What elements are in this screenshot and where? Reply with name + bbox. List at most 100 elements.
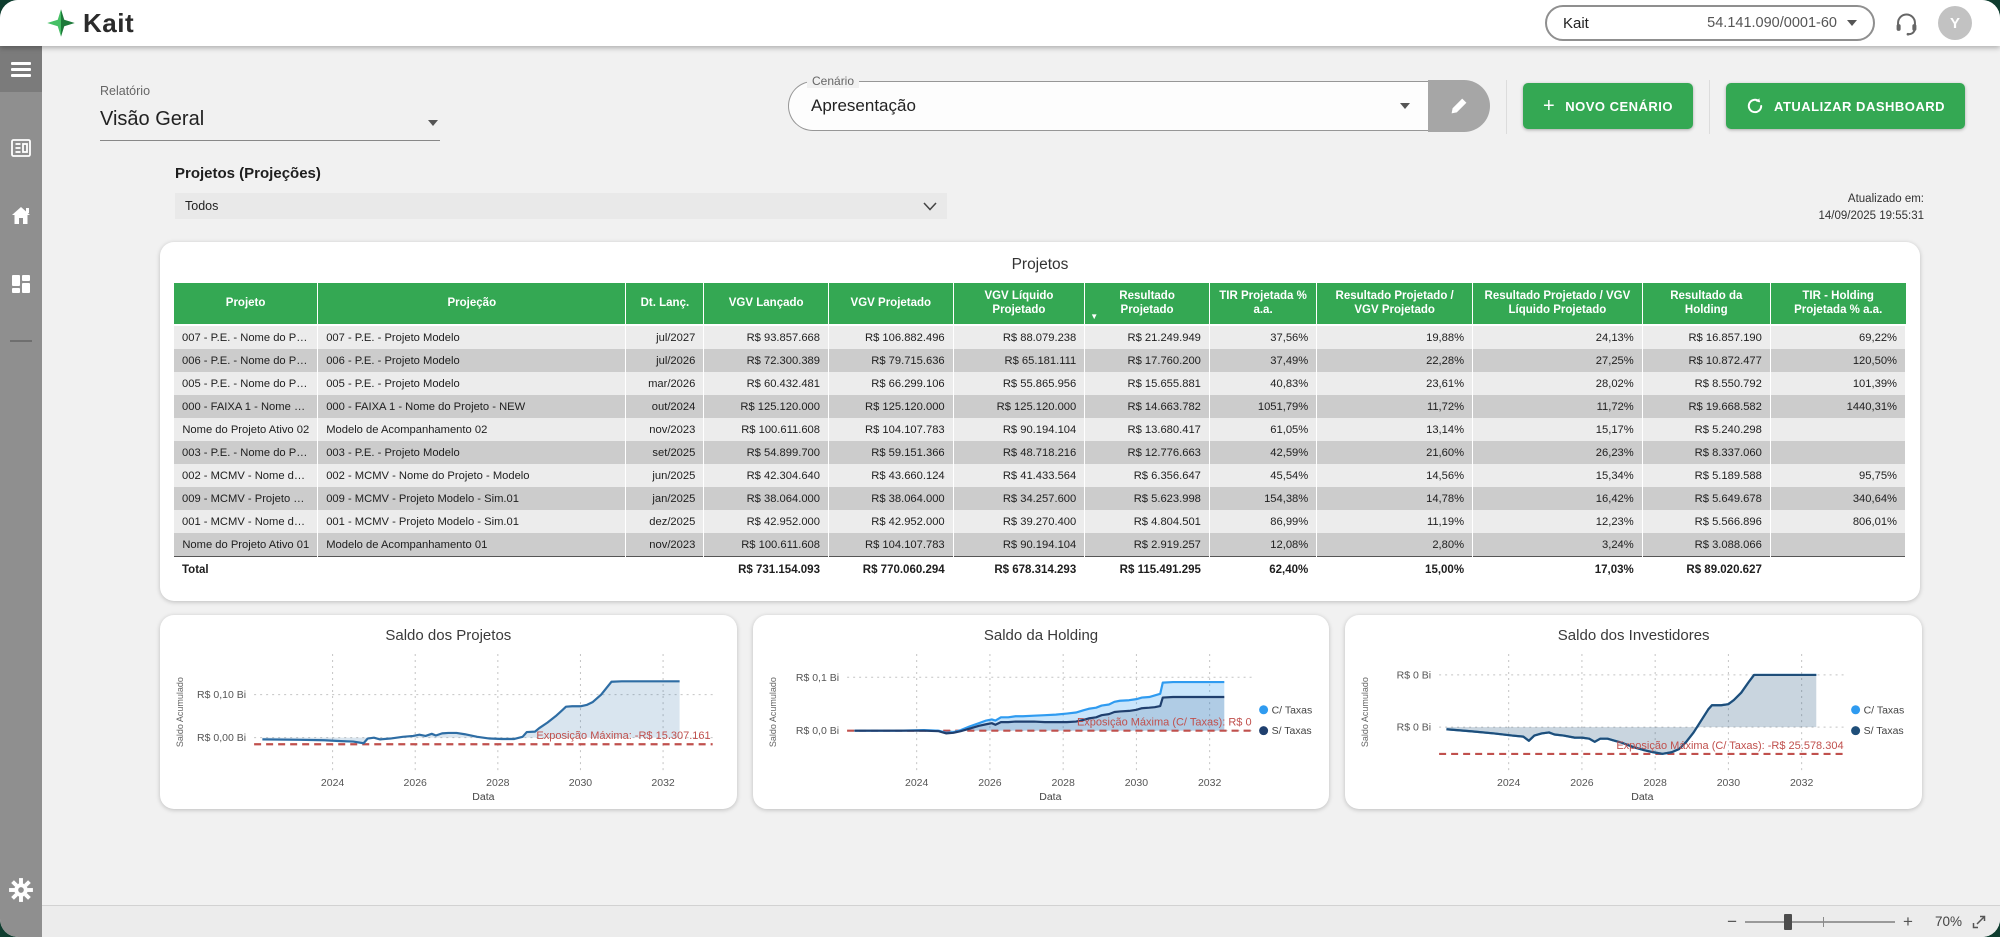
home-icon <box>9 215 33 232</box>
cell: R$ 38.064.000 <box>828 487 953 510</box>
legend-item[interactable]: S/ Taxas <box>1851 726 1904 738</box>
svg-text:2026: 2026 <box>404 778 428 790</box>
legend-item[interactable]: C/ Taxas <box>1259 705 1312 717</box>
cell: R$ 42.952.000 <box>704 510 829 533</box>
table-row[interactable]: Nome do Projeto Ativo 02Modelo de Acompa… <box>174 418 1906 441</box>
cell: R$ 12.776.663 <box>1085 441 1210 464</box>
divider <box>1506 80 1507 134</box>
cell: dez/2025 <box>626 510 704 533</box>
svg-text:2032: 2032 <box>1790 778 1814 790</box>
table-row[interactable]: 001 - MCMV - Nome do ...001 - MCMV - Pro… <box>174 510 1906 533</box>
cell: 2,80% <box>1317 533 1473 557</box>
cell: 22,28% <box>1317 349 1473 372</box>
fit-to-page-icon[interactable] <box>1972 915 1986 929</box>
column-header[interactable]: VGV Projetado <box>828 283 953 326</box>
hamburger-icon <box>11 59 31 80</box>
svg-text:Saldo Acumulado: Saldo Acumulado <box>175 677 185 747</box>
column-header[interactable]: VGV Lançado <box>704 283 829 326</box>
cell: 21,60% <box>1317 441 1473 464</box>
zoom-in-button[interactable]: + <box>1895 912 1921 932</box>
column-header[interactable]: Resultado Projetado / VGV Líquido Projet… <box>1473 283 1643 326</box>
refresh-dashboard-button[interactable]: ATUALIZAR DASHBOARD <box>1726 83 1965 129</box>
svg-text:S/ Taxas: S/ Taxas <box>1271 726 1311 738</box>
column-header[interactable]: Resultado Projetado / VGV Projetado <box>1317 283 1473 326</box>
cell: 23,61% <box>1317 372 1473 395</box>
report-select[interactable]: Visão Geral <box>100 98 440 141</box>
cell: R$ 3.088.066 <box>1642 533 1770 557</box>
cell: 14,78% <box>1317 487 1473 510</box>
brand-logo: Kait <box>46 8 134 39</box>
headset-icon[interactable] <box>1893 10 1920 37</box>
cell: 28,02% <box>1473 372 1643 395</box>
cell: 37,49% <box>1209 349 1316 372</box>
svg-text:2026: 2026 <box>1571 778 1595 790</box>
table-row[interactable]: 003 - P.E. - Nome do Proj...003 - P.E. -… <box>174 441 1906 464</box>
cell: set/2025 <box>626 441 704 464</box>
table-row[interactable]: 005 - P.E. - Nome do Proj...005 - P.E. -… <box>174 372 1906 395</box>
zoom-slider-handle[interactable] <box>1784 914 1792 930</box>
cell: nov/2023 <box>626 418 704 441</box>
gear-icon <box>8 890 34 907</box>
table-row[interactable]: 000 - FAIXA 1 - Nome do ...000 - FAIXA 1… <box>174 395 1906 418</box>
total-cell: 15,00% <box>1317 557 1473 584</box>
projects-filter-select[interactable]: Todos <box>175 193 947 219</box>
zoom-slider[interactable] <box>1745 921 1895 923</box>
topbar-right: Kait 54.141.090/0001-60 Y <box>1545 5 1972 41</box>
avatar[interactable]: Y <box>1938 6 1972 40</box>
legend-item[interactable]: C/ Taxas <box>1851 705 1904 717</box>
legend-item[interactable]: S/ Taxas <box>1259 726 1312 738</box>
sidebar-item-dashboards[interactable] <box>9 272 33 296</box>
new-scenario-button[interactable]: + NOVO CENÁRIO <box>1523 83 1693 129</box>
svg-text:2024: 2024 <box>321 778 345 790</box>
table-row[interactable]: 002 - MCMV - Nome do ...002 - MCMV - Nom… <box>174 464 1906 487</box>
pencil-icon <box>1449 96 1469 116</box>
chevron-down-icon <box>1847 20 1857 26</box>
svg-text:R$ 0,00 Bi: R$ 0,00 Bi <box>197 733 246 745</box>
cell: 19,88% <box>1317 325 1473 349</box>
table-row[interactable]: 007 - P.E. - Nome do Proj...007 - P.E. -… <box>174 325 1906 349</box>
sidebar-item-reports[interactable] <box>9 136 33 160</box>
cell: R$ 21.249.949 <box>1085 325 1210 349</box>
cell: R$ 125.120.000 <box>953 395 1085 418</box>
cell: Nome do Projeto Ativo 01 <box>174 533 318 557</box>
table-row[interactable]: Nome do Projeto Ativo 01Modelo de Acompa… <box>174 533 1906 557</box>
column-header[interactable]: Resultado Projetado▼ <box>1085 283 1210 326</box>
column-header[interactable]: Dt. Lanç. <box>626 283 704 326</box>
topbar: Kait Kait 54.141.090/0001-60 Y <box>0 0 2000 46</box>
chart-canvas: Exposição Máxima (C/ Taxas): R$ 02024202… <box>763 646 1320 804</box>
column-header[interactable]: TIR - Holding Projetada % a.a. <box>1770 283 1905 326</box>
total-cell <box>626 557 704 584</box>
svg-text:R$ 0 Bi: R$ 0 Bi <box>1397 670 1431 682</box>
total-cell: R$ 770.060.294 <box>828 557 953 584</box>
sidebar-item-projects[interactable] <box>9 204 33 228</box>
sidebar-item-settings[interactable] <box>8 877 34 903</box>
cell: mar/2026 <box>626 372 704 395</box>
cell: 3,24% <box>1473 533 1643 557</box>
scenario-select[interactable]: Cenário Apresentação <box>788 81 1428 131</box>
menu-toggle-button[interactable] <box>0 46 42 92</box>
company-name: Kait <box>1563 15 1589 32</box>
cell: R$ 15.655.881 <box>1085 372 1210 395</box>
zoom-out-button[interactable]: − <box>1719 912 1745 932</box>
company-selector[interactable]: Kait 54.141.090/0001-60 <box>1545 5 1875 41</box>
cell: R$ 4.804.501 <box>1085 510 1210 533</box>
cell: R$ 19.668.582 <box>1642 395 1770 418</box>
cell: R$ 13.680.417 <box>1085 418 1210 441</box>
svg-text:2028: 2028 <box>1644 778 1668 790</box>
column-header[interactable]: Resultado da Holding <box>1642 283 1770 326</box>
column-header[interactable]: TIR Projetada % a.a. <box>1209 283 1316 326</box>
column-header[interactable]: Projeto <box>174 283 318 326</box>
total-cell <box>1770 557 1905 584</box>
cell: R$ 125.120.000 <box>704 395 829 418</box>
cell: R$ 55.865.956 <box>953 372 1085 395</box>
cell: R$ 2.919.257 <box>1085 533 1210 557</box>
projects-filter-value: Todos <box>185 199 218 213</box>
cell: 69,22% <box>1770 325 1905 349</box>
svg-text:C/ Taxas: C/ Taxas <box>1864 705 1905 717</box>
edit-scenario-button[interactable] <box>1428 80 1490 132</box>
table-row[interactable]: 006 - P.E. - Nome do Proj...006 - P.E. -… <box>174 349 1906 372</box>
column-header[interactable]: Projeção <box>318 283 626 326</box>
column-header[interactable]: VGV Líquido Projetado <box>953 283 1085 326</box>
table-row[interactable]: 009 - MCMV - Projeto Mo...009 - MCMV - P… <box>174 487 1906 510</box>
cell: 005 - P.E. - Projeto Modelo <box>318 372 626 395</box>
